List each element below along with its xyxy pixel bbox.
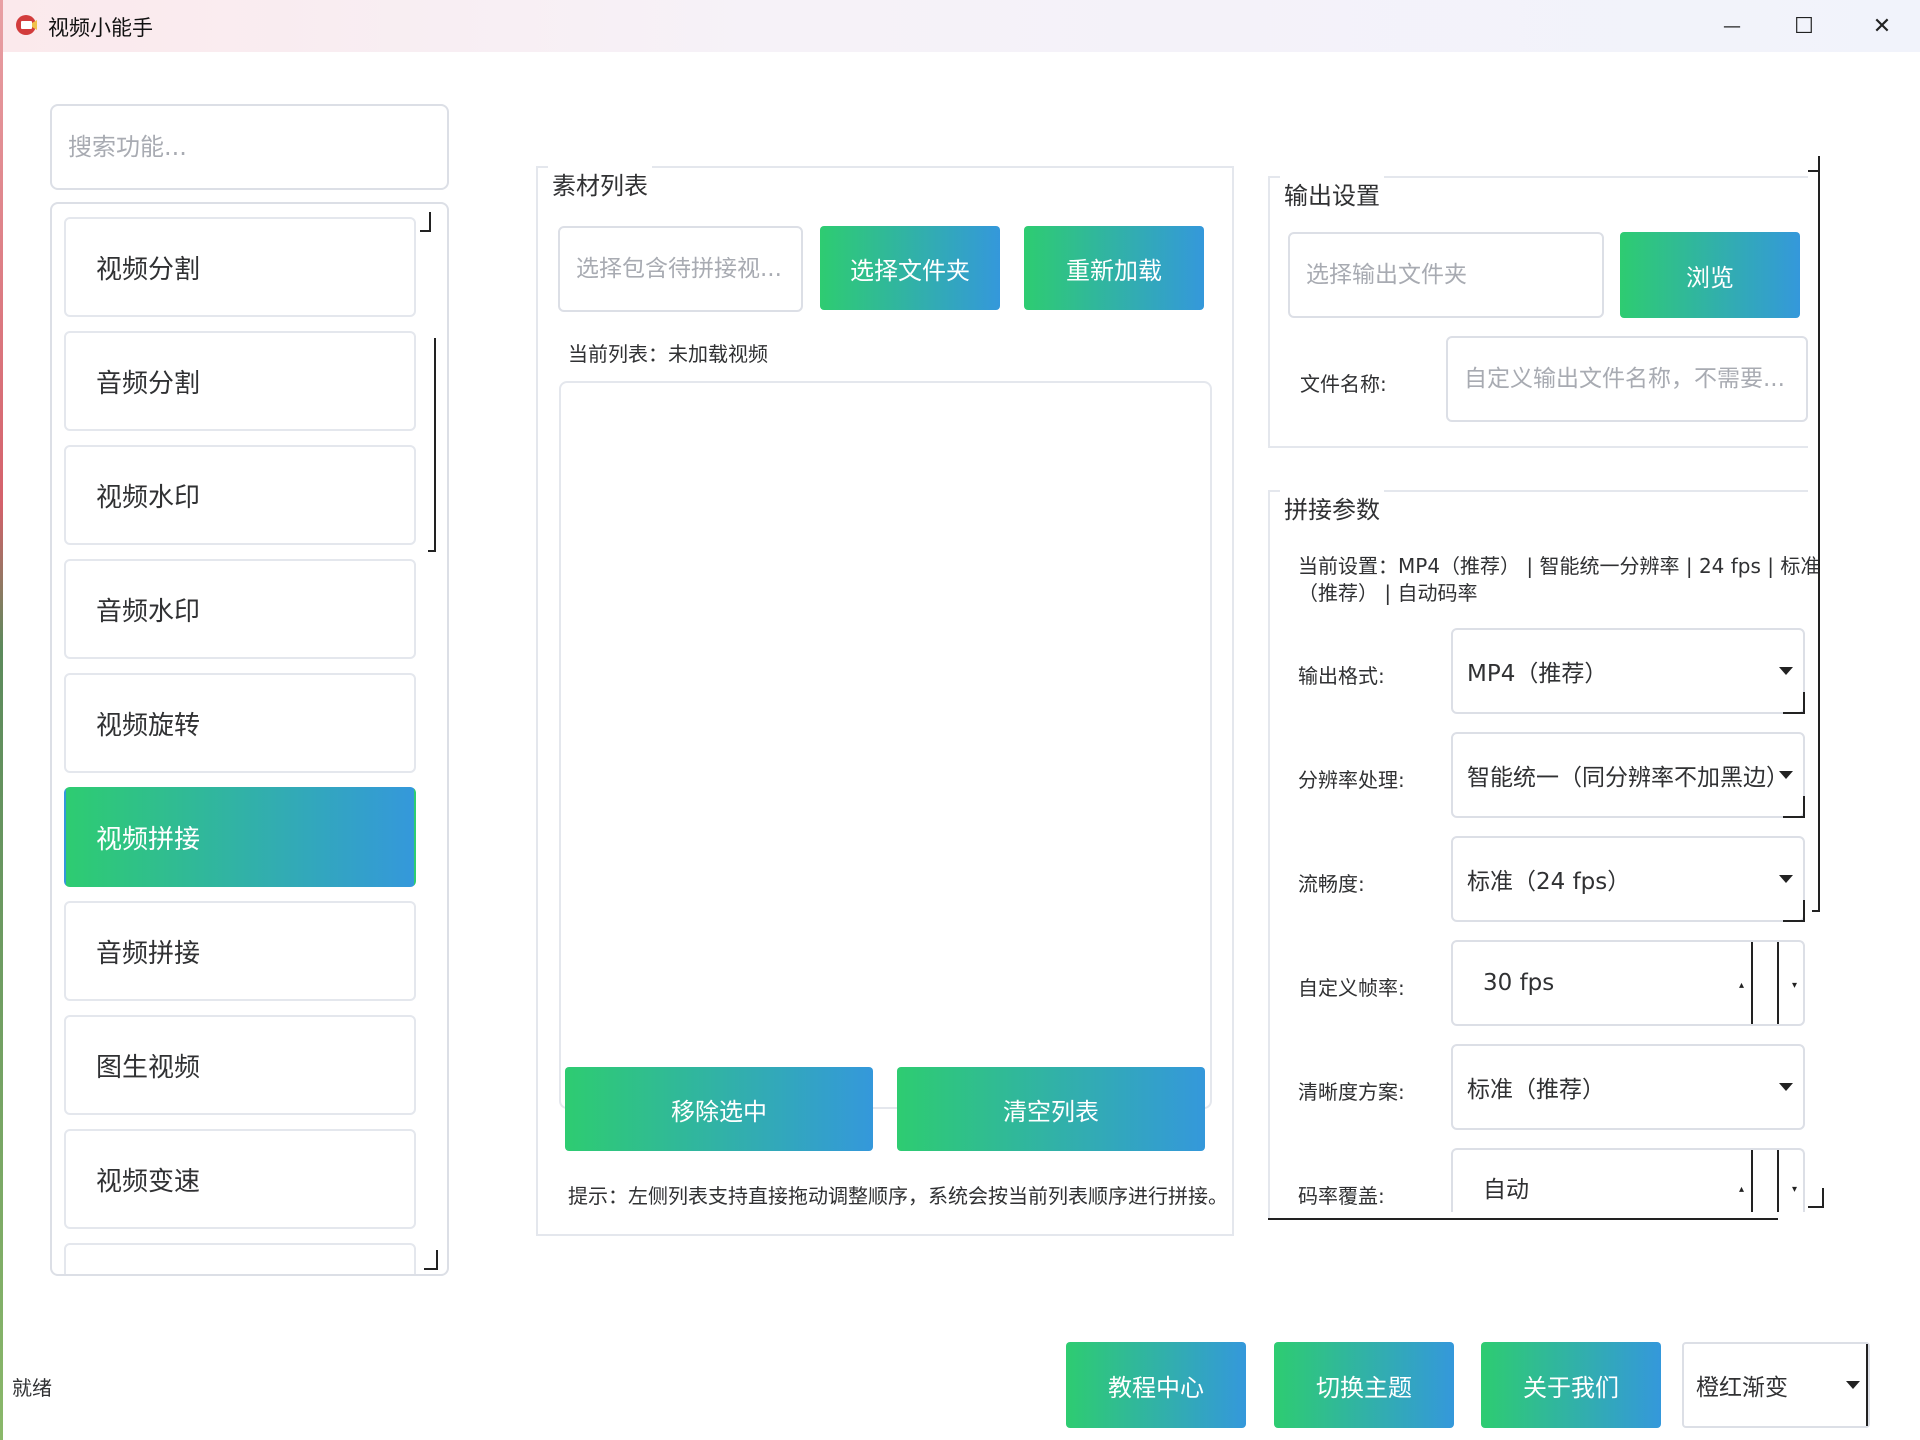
format-value: MP4（推荐） [1467,661,1608,687]
custom-fps-spinbox[interactable]: 30 fps ▴ ▾ [1451,940,1805,1026]
maximize-button[interactable]: ☐ [1768,0,1840,52]
nav-item-video-watermark[interactable]: 视频水印 [64,445,416,545]
clarity-select[interactable]: 标准（推荐） [1451,1044,1805,1130]
status-text: 就绪 [12,1376,52,1400]
nav-item-video-split[interactable]: 视频分割 [64,217,416,317]
select-folder-button[interactable]: 选择文件夹 [820,226,1000,310]
filename-input[interactable] [1464,366,1806,392]
switch-theme-button[interactable]: 切换主题 [1274,1342,1454,1428]
scrollbar-thumb-end [428,550,436,552]
scrollbar-top-marker-h [420,230,430,232]
app-title: 视频小能手 [48,16,153,40]
nav-item-video-concat[interactable]: 视频拼接 [64,787,416,887]
custom-fps-value: 30 fps [1483,970,1555,996]
clear-list-button[interactable]: 清空列表 [897,1067,1205,1151]
params-scrollbar-top [1808,170,1818,172]
app-logo-icon [16,15,37,35]
scrollbar-thumb[interactable] [434,338,436,550]
nav-item-image-to-video[interactable]: 图生视频 [64,1015,416,1115]
scrollbar-bottom-marker-h [424,1268,438,1270]
nav-item-audio-watermark[interactable]: 音频水印 [64,559,416,659]
concat-params-title: 拼接参数 [1280,490,1384,525]
output-folder-field[interactable] [1288,232,1604,318]
select-bar [1866,1344,1868,1426]
spin-buttons[interactable]: ▴ ▾ [1739,1150,1803,1212]
theme-value: 橙红渐变 [1696,1375,1788,1401]
source-folder-input[interactable] [576,256,801,282]
fluency-value: 标准（24 fps） [1467,869,1631,895]
concat-hint: 提示：左侧列表支持直接拖动调整顺序，系统会按当前列表顺序进行拼接。 [568,1184,1228,1208]
chevron-down-icon [1779,771,1793,779]
params-scrollbar-end [1812,910,1820,912]
chevron-down-icon [1779,875,1793,883]
select-corner [1783,900,1805,922]
bitrate-spinbox[interactable]: 自动 ▴ ▾ [1451,1148,1805,1212]
tutorial-center-button[interactable]: 教程中心 [1066,1342,1246,1428]
nav-item-video-speed[interactable]: 视频变速 [64,1129,416,1229]
reload-button[interactable]: 重新加载 [1024,226,1204,310]
search-input[interactable] [68,133,447,161]
browse-button[interactable]: 浏览 [1620,232,1800,318]
bitrate-value: 自动 [1483,1177,1529,1203]
remove-selected-button[interactable]: 移除选中 [565,1067,873,1151]
close-button[interactable]: ✕ [1846,0,1918,52]
nav-item-audio-split[interactable]: 音频分割 [64,331,416,431]
params-corner-h [1808,1206,1824,1208]
close-icon: ✕ [1872,13,1892,39]
clarity-label: 清晰度方案: [1298,1080,1405,1104]
params-scrollbar-thumb[interactable] [1818,156,1820,912]
nav-item-partial[interactable] [64,1243,416,1274]
format-select[interactable]: MP4（推荐） [1451,628,1805,714]
output-folder-input[interactable] [1306,262,1602,288]
about-us-button[interactable]: 关于我们 [1481,1342,1661,1428]
current-settings-line2: （推荐） | 自动码率 [1298,581,1478,605]
search-box[interactable] [50,104,449,190]
spin-down-icon[interactable]: ▾ [1792,980,1797,991]
spin-buttons[interactable]: ▴ ▾ [1739,942,1803,1024]
current-list-status: 当前列表：未加载视频 [568,342,768,366]
resolution-label: 分辨率处理: [1298,768,1405,792]
resolution-select[interactable]: 智能统一（同分辨率不加黑边） [1451,732,1805,818]
format-label: 输出格式: [1298,664,1385,688]
output-settings-title: 输出设置 [1280,176,1384,211]
bitrate-label: 码率覆盖: [1298,1184,1385,1208]
select-corner [1783,692,1805,714]
title-bar: 视频小能手 — ☐ ✕ [0,0,1920,52]
select-corner [1783,796,1805,818]
current-settings-line1: 当前设置：MP4（推荐） | 智能统一分辨率 | 24 fps | 标准 [1298,554,1821,578]
chevron-down-icon [1779,667,1793,675]
scrollbar-bottom-marker [436,1250,438,1270]
spin-down-icon[interactable]: ▾ [1792,1184,1797,1195]
resolution-value: 智能统一（同分辨率不加黑边） [1467,765,1789,791]
custom-fps-label: 自定义帧率: [1298,976,1405,1000]
params-corner-v [1822,1188,1824,1208]
minimize-button[interactable]: — [1696,0,1768,52]
spin-up-icon[interactable]: ▴ [1739,1184,1744,1195]
params-bottom-edge [1268,1218,1778,1220]
chevron-down-icon [1779,1083,1793,1091]
source-folder-field[interactable] [558,226,803,312]
scrollbar-top-marker [429,212,431,232]
feature-nav-list[interactable]: 视频分割 音频分割 视频水印 音频水印 视频旋转 视频拼接 音频拼接 图生视频 … [50,202,449,1276]
filename-label: 文件名称: [1300,372,1387,396]
fluency-select[interactable]: 标准（24 fps） [1451,836,1805,922]
chevron-down-icon [1846,1381,1860,1389]
video-list[interactable] [559,381,1212,1109]
nav-item-audio-concat[interactable]: 音频拼接 [64,901,416,1001]
spin-up-icon[interactable]: ▴ [1739,980,1744,991]
material-list-title: 素材列表 [548,166,652,201]
filename-field[interactable] [1446,336,1808,422]
fluency-label: 流畅度: [1298,872,1365,896]
nav-item-video-rotate[interactable]: 视频旋转 [64,673,416,773]
theme-select[interactable]: 橙红渐变 [1682,1342,1870,1428]
window-border [0,0,3,1440]
maximize-icon: ☐ [1794,13,1814,39]
minimize-icon: — [1723,15,1741,37]
clarity-value: 标准（推荐） [1467,1077,1605,1103]
